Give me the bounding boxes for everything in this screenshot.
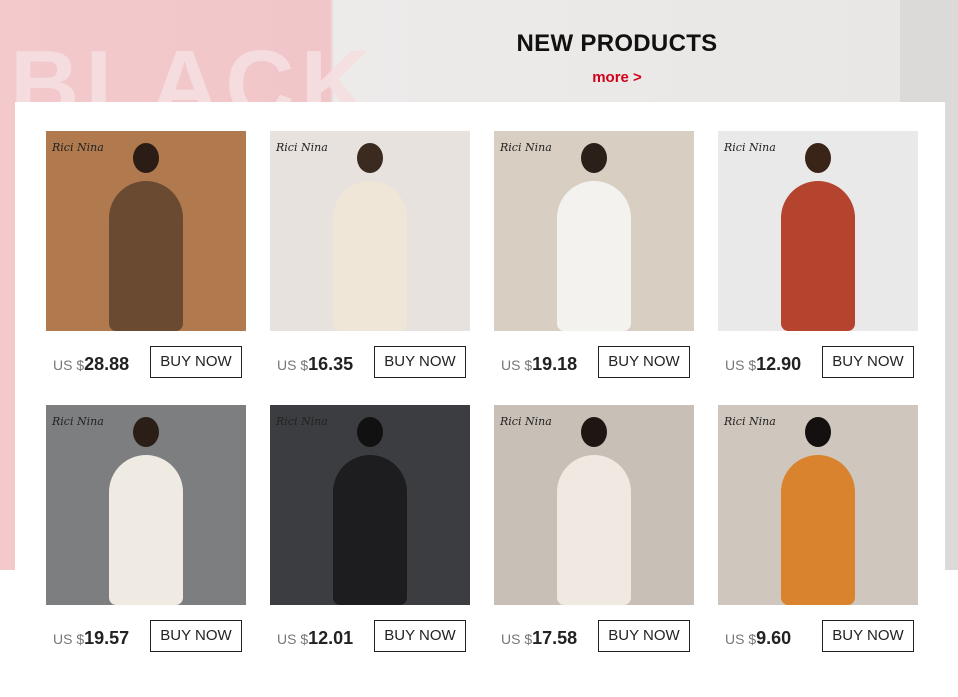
product-image[interactable]: Rici Nina bbox=[718, 405, 918, 605]
product-price: US $28.88 bbox=[53, 354, 129, 375]
product-image[interactable]: Rici Nina bbox=[494, 131, 694, 331]
model-figure bbox=[781, 455, 855, 605]
product-card[interactable]: Rici Nina US $17.58 BUY NOW bbox=[494, 405, 694, 679]
model-head bbox=[357, 143, 383, 173]
price-row: US $19.57 BUY NOW bbox=[46, 620, 246, 652]
product-grid: Rici Nina US $28.88 BUY NOW Rici Nina US $16… bbox=[46, 131, 918, 679]
buy-now-button[interactable]: BUY NOW bbox=[822, 620, 914, 652]
price-amount: 9.60 bbox=[756, 628, 792, 648]
currency-prefix: US $ bbox=[501, 357, 533, 373]
product-price: US $12.90 bbox=[725, 354, 801, 375]
price-amount: 12.90 bbox=[756, 354, 802, 374]
model-figure bbox=[781, 181, 855, 331]
price-row: US $12.90 BUY NOW bbox=[718, 346, 918, 378]
buy-now-button[interactable]: BUY NOW bbox=[598, 620, 690, 652]
brand-watermark: Rici Nina bbox=[276, 141, 328, 154]
model-head bbox=[805, 417, 831, 447]
brand-watermark: Rici Nina bbox=[500, 141, 552, 154]
buy-now-button[interactable]: BUY NOW bbox=[374, 346, 466, 378]
product-price: US $17.58 bbox=[501, 628, 577, 649]
product-image[interactable]: Rici Nina bbox=[270, 405, 470, 605]
price-amount: 19.57 bbox=[84, 628, 130, 648]
price-row: US $17.58 BUY NOW bbox=[494, 620, 694, 652]
product-price: US $9.60 bbox=[725, 628, 791, 649]
model-head bbox=[805, 143, 831, 173]
brand-watermark: Rici Nina bbox=[724, 415, 776, 428]
model-head bbox=[581, 417, 607, 447]
product-image[interactable]: Rici Nina bbox=[46, 405, 246, 605]
product-image[interactable]: Rici Nina bbox=[718, 131, 918, 331]
product-image[interactable]: Rici Nina bbox=[270, 131, 470, 331]
model-figure bbox=[109, 181, 183, 331]
buy-now-button[interactable]: BUY NOW bbox=[150, 620, 242, 652]
currency-prefix: US $ bbox=[53, 631, 85, 647]
buy-now-button[interactable]: BUY NOW bbox=[598, 346, 690, 378]
model-head bbox=[357, 417, 383, 447]
model-figure bbox=[333, 455, 407, 605]
price-amount: 28.88 bbox=[84, 354, 130, 374]
model-head bbox=[133, 143, 159, 173]
product-card[interactable]: Rici Nina US $12.90 BUY NOW bbox=[718, 131, 918, 405]
product-card[interactable]: Rici Nina US $28.88 BUY NOW bbox=[46, 131, 246, 405]
section-header: NEW PRODUCTS more > bbox=[334, 0, 900, 102]
model-head bbox=[581, 143, 607, 173]
price-amount: 19.18 bbox=[532, 354, 578, 374]
price-row: US $9.60 BUY NOW bbox=[718, 620, 918, 652]
product-image[interactable]: Rici Nina bbox=[494, 405, 694, 605]
product-card[interactable]: Rici Nina US $19.57 BUY NOW bbox=[46, 405, 246, 679]
currency-prefix: US $ bbox=[501, 631, 533, 647]
product-price: US $12.01 bbox=[277, 628, 353, 649]
brand-watermark: Rici Nina bbox=[724, 141, 776, 154]
buy-now-button[interactable]: BUY NOW bbox=[374, 620, 466, 652]
model-figure bbox=[109, 455, 183, 605]
currency-prefix: US $ bbox=[277, 357, 309, 373]
model-figure bbox=[333, 181, 407, 331]
product-card[interactable]: Rici Nina US $9.60 BUY NOW bbox=[718, 405, 918, 679]
product-card[interactable]: Rici Nina US $12.01 BUY NOW bbox=[270, 405, 470, 679]
product-price: US $19.18 bbox=[501, 354, 577, 375]
price-row: US $12.01 BUY NOW bbox=[270, 620, 470, 652]
brand-watermark: Rici Nina bbox=[52, 141, 104, 154]
brand-watermark: Rici Nina bbox=[500, 415, 552, 428]
price-row: US $16.35 BUY NOW bbox=[270, 346, 470, 378]
product-card[interactable]: Rici Nina US $16.35 BUY NOW bbox=[270, 131, 470, 405]
price-amount: 17.58 bbox=[532, 628, 578, 648]
product-price: US $16.35 bbox=[277, 354, 353, 375]
section-title: NEW PRODUCTS bbox=[516, 30, 718, 57]
buy-now-button[interactable]: BUY NOW bbox=[822, 346, 914, 378]
currency-prefix: US $ bbox=[725, 357, 757, 373]
buy-now-button[interactable]: BUY NOW bbox=[150, 346, 242, 378]
more-link[interactable]: more > bbox=[334, 69, 900, 86]
product-price: US $19.57 bbox=[53, 628, 129, 649]
price-row: US $28.88 BUY NOW bbox=[46, 346, 246, 378]
brand-watermark: Rici Nina bbox=[276, 415, 328, 428]
price-row: US $19.18 BUY NOW bbox=[494, 346, 694, 378]
model-figure bbox=[557, 181, 631, 331]
model-head bbox=[133, 417, 159, 447]
model-figure bbox=[557, 455, 631, 605]
price-amount: 16.35 bbox=[308, 354, 354, 374]
products-panel: Rici Nina US $28.88 BUY NOW Rici Nina US $16… bbox=[15, 102, 945, 697]
price-amount: 12.01 bbox=[308, 628, 354, 648]
currency-prefix: US $ bbox=[53, 357, 85, 373]
product-card[interactable]: Rici Nina US $19.18 BUY NOW bbox=[494, 131, 694, 405]
brand-watermark: Rici Nina bbox=[52, 415, 104, 428]
currency-prefix: US $ bbox=[277, 631, 309, 647]
product-image[interactable]: Rici Nina bbox=[46, 131, 246, 331]
currency-prefix: US $ bbox=[725, 631, 757, 647]
